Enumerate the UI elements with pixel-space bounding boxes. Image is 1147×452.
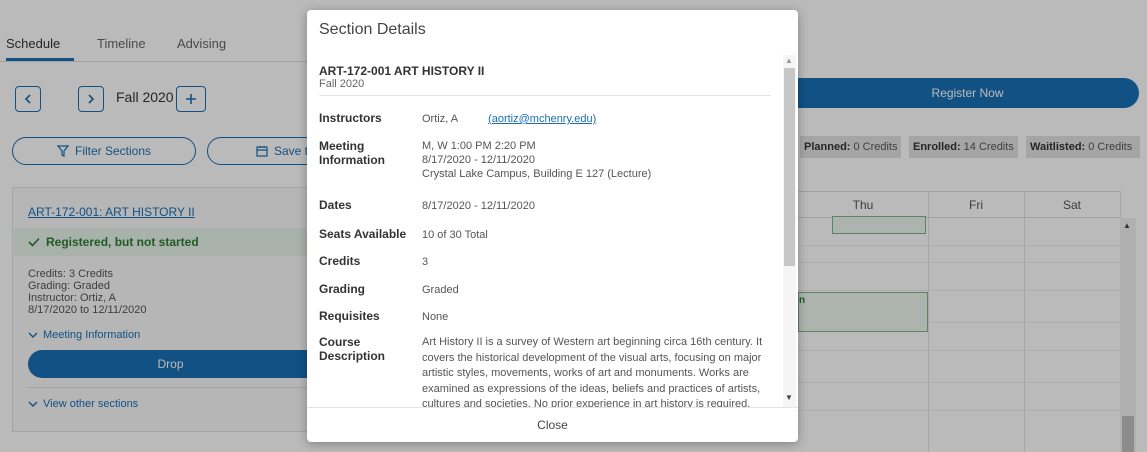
close-button[interactable]: Close — [307, 407, 798, 442]
meeting-time: M, W 1:00 PM 2:20 PM — [422, 140, 536, 152]
description-label-line: Description — [319, 349, 386, 363]
dates-label: Dates — [319, 198, 352, 212]
meeting-information-label: Meeting Information — [319, 139, 385, 167]
meeting-label-line: Information — [319, 153, 385, 167]
meeting-information-value: M, W 1:00 PM 2:20 PM 8/17/2020 - 12/11/2… — [422, 139, 651, 181]
grading-label: Grading — [319, 282, 366, 296]
seats-available-label: Seats Available — [319, 227, 407, 241]
dialog-scroll-thumb[interactable] — [784, 68, 795, 266]
instructor-email-link[interactable]: (aortiz@mchenry.edu) — [488, 113, 596, 125]
dialog-scrollbar[interactable]: ▲ ▼ — [783, 55, 796, 407]
scroll-up-icon[interactable]: ▲ — [785, 56, 793, 65]
requisites-value: None — [422, 311, 449, 323]
grading-value: Graded — [422, 284, 459, 296]
credits-value: 3 — [422, 256, 429, 268]
requisites-label: Requisites — [319, 309, 380, 323]
dates-value: 8/17/2020 - 12/11/2020 — [422, 200, 535, 212]
dialog-body[interactable]: ART-172-001 ART HISTORY II Fall 2020 Ins… — [307, 55, 798, 407]
credits-label: Credits — [319, 254, 361, 268]
section-term: Fall 2020 — [319, 78, 365, 90]
meeting-label-line: Meeting — [319, 139, 365, 153]
meeting-location: Crystal Lake Campus, Building E 127 (Lec… — [422, 168, 652, 180]
seats-available-value: 10 of 30 Total — [422, 229, 488, 241]
course-description-value: Art History II is a survey of Western ar… — [422, 336, 763, 407]
scroll-down-icon[interactable]: ▼ — [785, 393, 793, 402]
course-description-label: Course Description — [319, 335, 385, 363]
section-details-dialog: Section Details ART-172-001 ART HISTORY … — [307, 10, 798, 442]
section-title: ART-172-001 ART HISTORY II — [319, 64, 485, 78]
instructors-label: Instructors — [319, 111, 382, 125]
instructors-value: Ortiz, A (aortiz@mchenry.edu) — [422, 112, 596, 126]
description-label-line: Course — [319, 335, 361, 349]
instructor-name: Ortiz, A — [422, 113, 459, 125]
section-divider — [319, 95, 771, 96]
dialog-title: Section Details — [319, 21, 426, 38]
meeting-dates: 8/17/2020 - 12/11/2020 — [422, 154, 535, 166]
